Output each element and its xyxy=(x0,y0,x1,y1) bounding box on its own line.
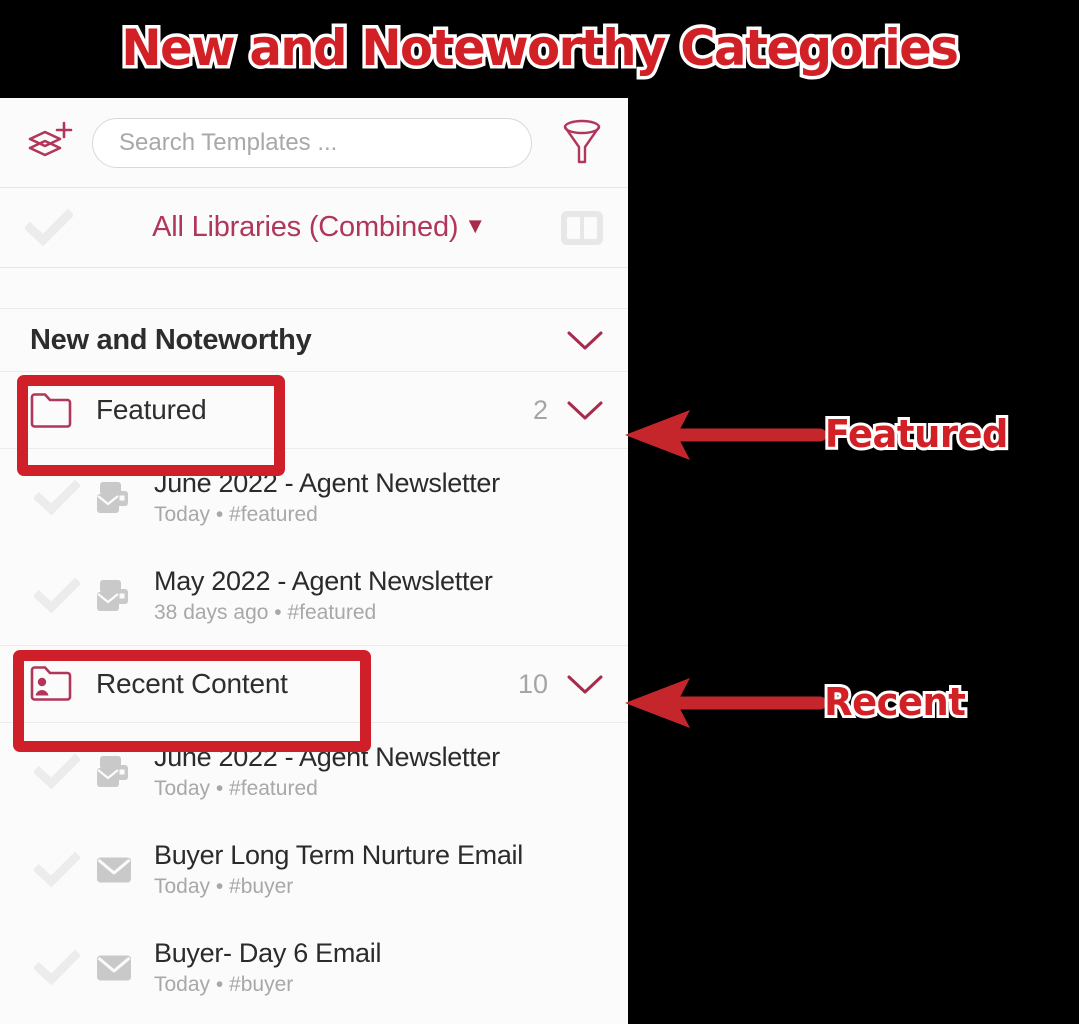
funnel-filter-icon xyxy=(563,119,601,163)
checkmark-icon xyxy=(34,949,80,986)
item-check-button[interactable] xyxy=(26,949,88,987)
item-check-button[interactable] xyxy=(26,577,88,615)
envelope-icon xyxy=(97,955,131,981)
section-title: New and Noteworthy xyxy=(30,323,312,356)
list-item[interactable]: June 2022 - Agent Newsletter Today • #fe… xyxy=(0,449,628,547)
split-panel-icon xyxy=(561,210,603,245)
newsletter-icon xyxy=(97,482,128,513)
item-meta: Today • #buyer xyxy=(154,874,294,898)
toolbar xyxy=(0,98,628,188)
list-item[interactable]: Buyer- Day 6 Email Today • #buyer xyxy=(0,919,628,1017)
chevron-down-icon[interactable] xyxy=(564,327,606,353)
annotation-title-banner: New and Noteworthy Categories xyxy=(0,0,1079,95)
list-item[interactable]: May 2022 - Agent Newsletter 38 days ago … xyxy=(0,547,628,645)
checkmark-icon xyxy=(34,577,80,614)
section-header-new-and-noteworthy[interactable]: New and Noteworthy xyxy=(0,309,628,371)
recent-content-folder-icon-wrap xyxy=(28,663,84,705)
checkmark-icon xyxy=(25,208,73,246)
featured-folder-count: 2 xyxy=(532,394,548,425)
list-top-spacer xyxy=(0,268,628,309)
checkmark-icon xyxy=(34,479,80,516)
item-meta: Today • #featured xyxy=(154,502,318,526)
item-meta: Today • #buyer xyxy=(154,972,294,996)
caret-down-icon: ▼ xyxy=(464,213,486,238)
item-type-icon-wrap xyxy=(88,479,140,517)
folder-icon xyxy=(30,393,72,428)
item-check-button[interactable] xyxy=(26,851,88,889)
item-check-button[interactable] xyxy=(26,479,88,517)
library-selector-label: All Libraries (Combined) xyxy=(152,211,459,243)
featured-folder-label: Featured xyxy=(96,394,207,425)
item-type-icon-wrap xyxy=(88,753,140,791)
featured-folder-row[interactable]: Featured 2 xyxy=(0,371,628,449)
item-text: Buyer Long Term Nurture Email Today • #b… xyxy=(154,840,606,900)
list-item[interactable]: June 2022 - Agent Newsletter Today • #fe… xyxy=(0,723,628,821)
page-title: New and Noteworthy Categories xyxy=(118,15,962,80)
item-title: Buyer- Day 6 Email xyxy=(154,937,382,968)
filter-button[interactable] xyxy=(554,115,610,171)
template-library-panel: All Libraries (Combined)▼ New and Notewo… xyxy=(0,98,628,1024)
template-list: New and Noteworthy Featured 2 June 2022 … xyxy=(0,309,628,1017)
callout-label-featured: Featured xyxy=(822,409,1011,459)
chevron-down-icon[interactable] xyxy=(564,397,606,423)
item-text: June 2022 - Agent Newsletter Today • #fe… xyxy=(154,468,606,528)
library-check-button[interactable] xyxy=(14,208,84,248)
callout-arrow-recent xyxy=(625,678,827,728)
checkmark-icon xyxy=(34,851,80,888)
chevron-down-icon[interactable] xyxy=(564,671,606,697)
recent-content-folder-count: 10 xyxy=(517,668,548,699)
checkmark-icon xyxy=(34,753,80,790)
folder-user-icon xyxy=(30,666,72,701)
list-item[interactable]: Buyer Long Term Nurture Email Today • #b… xyxy=(0,821,628,919)
item-text: June 2022 - Agent Newsletter Today • #fe… xyxy=(154,742,606,802)
item-title: Buyer Long Term Nurture Email xyxy=(154,839,523,870)
newsletter-icon xyxy=(97,756,128,787)
recent-content-folder-label: Recent Content xyxy=(96,668,288,699)
item-meta: 38 days ago • #featured xyxy=(154,600,377,624)
item-title: June 2022 - Agent Newsletter xyxy=(154,467,500,498)
layers-plus-icon xyxy=(28,121,73,156)
item-text: May 2022 - Agent Newsletter 38 days ago … xyxy=(154,566,606,626)
callout-arrow-featured xyxy=(625,410,827,460)
add-layers-button[interactable] xyxy=(18,113,78,173)
search-box[interactable] xyxy=(92,117,532,168)
library-selector-dropdown[interactable]: All Libraries (Combined) ▼ xyxy=(84,211,554,244)
recent-content-folder-row[interactable]: Recent Content 10 xyxy=(0,645,628,723)
callout-label-recent: Recent xyxy=(821,677,968,727)
item-text: Buyer- Day 6 Email Today • #buyer xyxy=(154,938,606,998)
search-input[interactable] xyxy=(117,127,507,158)
item-type-icon-wrap xyxy=(88,577,140,615)
item-title: May 2022 - Agent Newsletter xyxy=(154,565,493,596)
newsletter-icon xyxy=(97,580,128,611)
featured-folder-icon-wrap xyxy=(28,390,84,430)
item-check-button[interactable] xyxy=(26,753,88,791)
envelope-icon xyxy=(97,857,131,883)
item-type-icon-wrap xyxy=(88,952,140,984)
split-view-button[interactable] xyxy=(554,206,610,250)
item-type-icon-wrap xyxy=(88,854,140,886)
library-selector-row: All Libraries (Combined) ▼ xyxy=(0,188,628,268)
item-meta: Today • #featured xyxy=(154,776,318,800)
item-title: June 2022 - Agent Newsletter xyxy=(154,741,500,772)
